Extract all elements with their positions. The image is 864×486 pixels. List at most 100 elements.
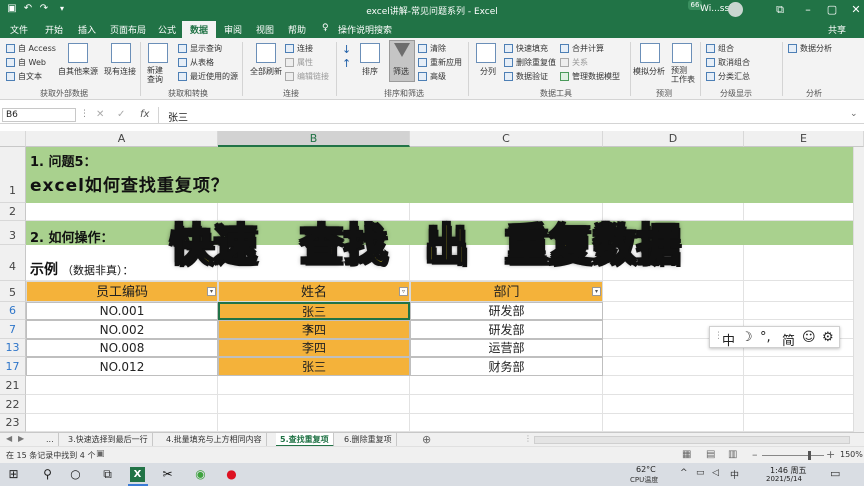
table-header-employee-id[interactable]: 员工编码 ▾ — [26, 281, 218, 302]
enter-icon[interactable]: ✓ — [117, 109, 125, 120]
existing-connections-button[interactable]: 现有连接 — [104, 66, 136, 77]
refresh-all-button[interactable]: 全部刷新 — [250, 66, 282, 77]
next-sheet-icon[interactable]: ▶ — [18, 434, 24, 443]
cell[interactable] — [410, 245, 603, 281]
cell[interactable] — [603, 203, 744, 221]
row-header-21[interactable]: 21 — [0, 376, 26, 395]
gear-icon[interactable]: ⚙ — [822, 330, 834, 345]
tray-chevron-icon[interactable]: ^ — [680, 468, 688, 478]
share-button[interactable]: 共享 — [828, 23, 846, 36]
sheet-tab-more[interactable]: ... — [42, 433, 59, 447]
horizontal-scrollbar[interactable] — [534, 436, 850, 444]
sheet-tab-5[interactable]: 5.查找重复项 — [276, 433, 334, 447]
table-cell[interactable]: 研发部 — [410, 302, 603, 320]
manage-data-model-button[interactable]: 管理数据模型 — [572, 71, 620, 82]
subtotal-button[interactable]: 分类汇总 — [718, 71, 750, 82]
cell[interactable] — [410, 203, 603, 221]
filter-dropdown-icon[interactable]: ▾ — [207, 287, 216, 296]
select-all-corner[interactable] — [0, 131, 26, 147]
cell[interactable] — [218, 245, 410, 281]
cell[interactable] — [26, 395, 218, 414]
cell[interactable] — [26, 203, 218, 221]
from-table-button[interactable]: 从表格 — [190, 57, 214, 68]
from-web-button[interactable]: 自 Web — [18, 57, 46, 68]
zoom-slider[interactable] — [762, 455, 824, 456]
edit-links-button[interactable]: 编辑链接 — [297, 71, 329, 82]
cell[interactable] — [218, 376, 410, 395]
cell[interactable] — [744, 302, 864, 320]
column-header-a[interactable]: A — [26, 131, 218, 147]
row-header-17[interactable]: 17 — [0, 357, 26, 376]
flash-fill-button[interactable]: 快速填充 — [516, 43, 548, 54]
table-cell-selected[interactable]: 张三 — [218, 302, 410, 320]
table-cell[interactable]: 研发部 — [410, 320, 603, 339]
worksheet-grid[interactable]: A B C D E 1 2 3 4 5 6 7 13 17 21 22 23 1… — [0, 131, 864, 432]
cell[interactable] — [218, 395, 410, 414]
reapply-button[interactable]: 重新应用 — [430, 57, 462, 68]
moon-icon[interactable]: ☽ — [741, 330, 753, 345]
punctuation-icon[interactable]: °, — [760, 330, 771, 345]
properties-button[interactable]: 属性 — [297, 57, 313, 68]
row-header-23[interactable]: 23 — [0, 414, 26, 432]
capcut-app-icon[interactable]: ✂ — [160, 467, 175, 482]
table-cell[interactable]: NO.008 — [26, 339, 218, 357]
cancel-icon[interactable]: ✕ — [96, 109, 104, 120]
formula-input[interactable]: 张三 — [168, 109, 188, 124]
name-box[interactable]: B6 — [2, 108, 76, 122]
tab-file[interactable]: 文件 — [10, 23, 28, 36]
insert-function-icon[interactable]: fx — [140, 109, 149, 120]
consolidate-button[interactable]: 合并计算 — [572, 43, 604, 54]
row-header-5[interactable]: 5 — [0, 281, 26, 302]
filter-dropdown-icon[interactable]: ▾ — [592, 287, 601, 296]
table-header-department[interactable]: 部门 ▾ — [410, 281, 603, 302]
cell[interactable] — [744, 376, 864, 395]
zoom-out-icon[interactable]: – — [752, 448, 758, 461]
show-queries-button[interactable]: 显示查询 — [190, 43, 222, 54]
column-header-c[interactable]: C — [410, 131, 603, 147]
text-to-columns-button[interactable]: 分列 — [480, 66, 496, 77]
zoom-slider-thumb[interactable] — [808, 451, 811, 460]
sort-az-icon[interactable]: ↓ — [342, 44, 354, 56]
connections-button[interactable]: 连接 — [297, 43, 313, 54]
cell[interactable] — [603, 414, 744, 432]
cell[interactable] — [744, 414, 864, 432]
cell[interactable] — [26, 376, 218, 395]
tell-me-search[interactable]: 操作说明搜索 — [338, 23, 392, 36]
cell[interactable] — [603, 302, 744, 320]
tab-insert[interactable]: 插入 — [78, 23, 96, 36]
notification-icon[interactable]: ▭ — [830, 467, 840, 480]
table-cell[interactable]: NO.012 — [26, 357, 218, 376]
cell[interactable] — [744, 395, 864, 414]
volume-icon[interactable]: ◁ — [712, 468, 719, 478]
cell[interactable] — [603, 281, 744, 302]
cell[interactable] — [744, 281, 864, 302]
data-analysis-button[interactable]: 数据分析 — [800, 43, 832, 54]
cell[interactable] — [744, 203, 864, 221]
search-icon[interactable]: ⚲ — [40, 467, 55, 482]
from-other-sources-button[interactable]: 自其他来源 — [58, 66, 98, 77]
page-break-view-icon[interactable]: ▥ — [728, 449, 737, 460]
remove-duplicates-button[interactable]: 删除重复值 — [516, 57, 556, 68]
browser-app-icon[interactable]: ◉ — [193, 467, 208, 482]
row-header-13[interactable]: 13 — [0, 339, 26, 357]
task-view-icon[interactable]: ○ — [68, 467, 83, 482]
windows-start-icon[interactable]: ⊞ — [6, 467, 21, 482]
tab-home[interactable]: 开始 — [45, 23, 63, 36]
emoji-icon[interactable]: ☺ — [802, 330, 816, 345]
advanced-button[interactable]: 高级 — [430, 71, 446, 82]
cell[interactable] — [218, 414, 410, 432]
filter-active-icon[interactable]: ▿ — [399, 287, 408, 296]
column-header-e[interactable]: E — [744, 131, 864, 147]
cell[interactable] — [603, 395, 744, 414]
tab-help[interactable]: 帮助 — [288, 23, 306, 36]
zoom-level[interactable]: 150% — [840, 450, 863, 459]
add-sheet-icon[interactable]: ⊕ — [422, 433, 431, 446]
recent-sources-button[interactable]: 最近使用的源 — [190, 71, 238, 82]
tab-data[interactable]: 数据 — [182, 21, 217, 38]
cell[interactable] — [218, 203, 410, 221]
cell[interactable] — [603, 376, 744, 395]
vertical-scrollbar[interactable] — [853, 147, 864, 432]
from-access-button[interactable]: 自 Access — [18, 43, 56, 54]
expand-formula-icon[interactable]: ⌄ — [850, 109, 858, 119]
prev-sheet-icon[interactable]: ◀ — [6, 434, 12, 443]
